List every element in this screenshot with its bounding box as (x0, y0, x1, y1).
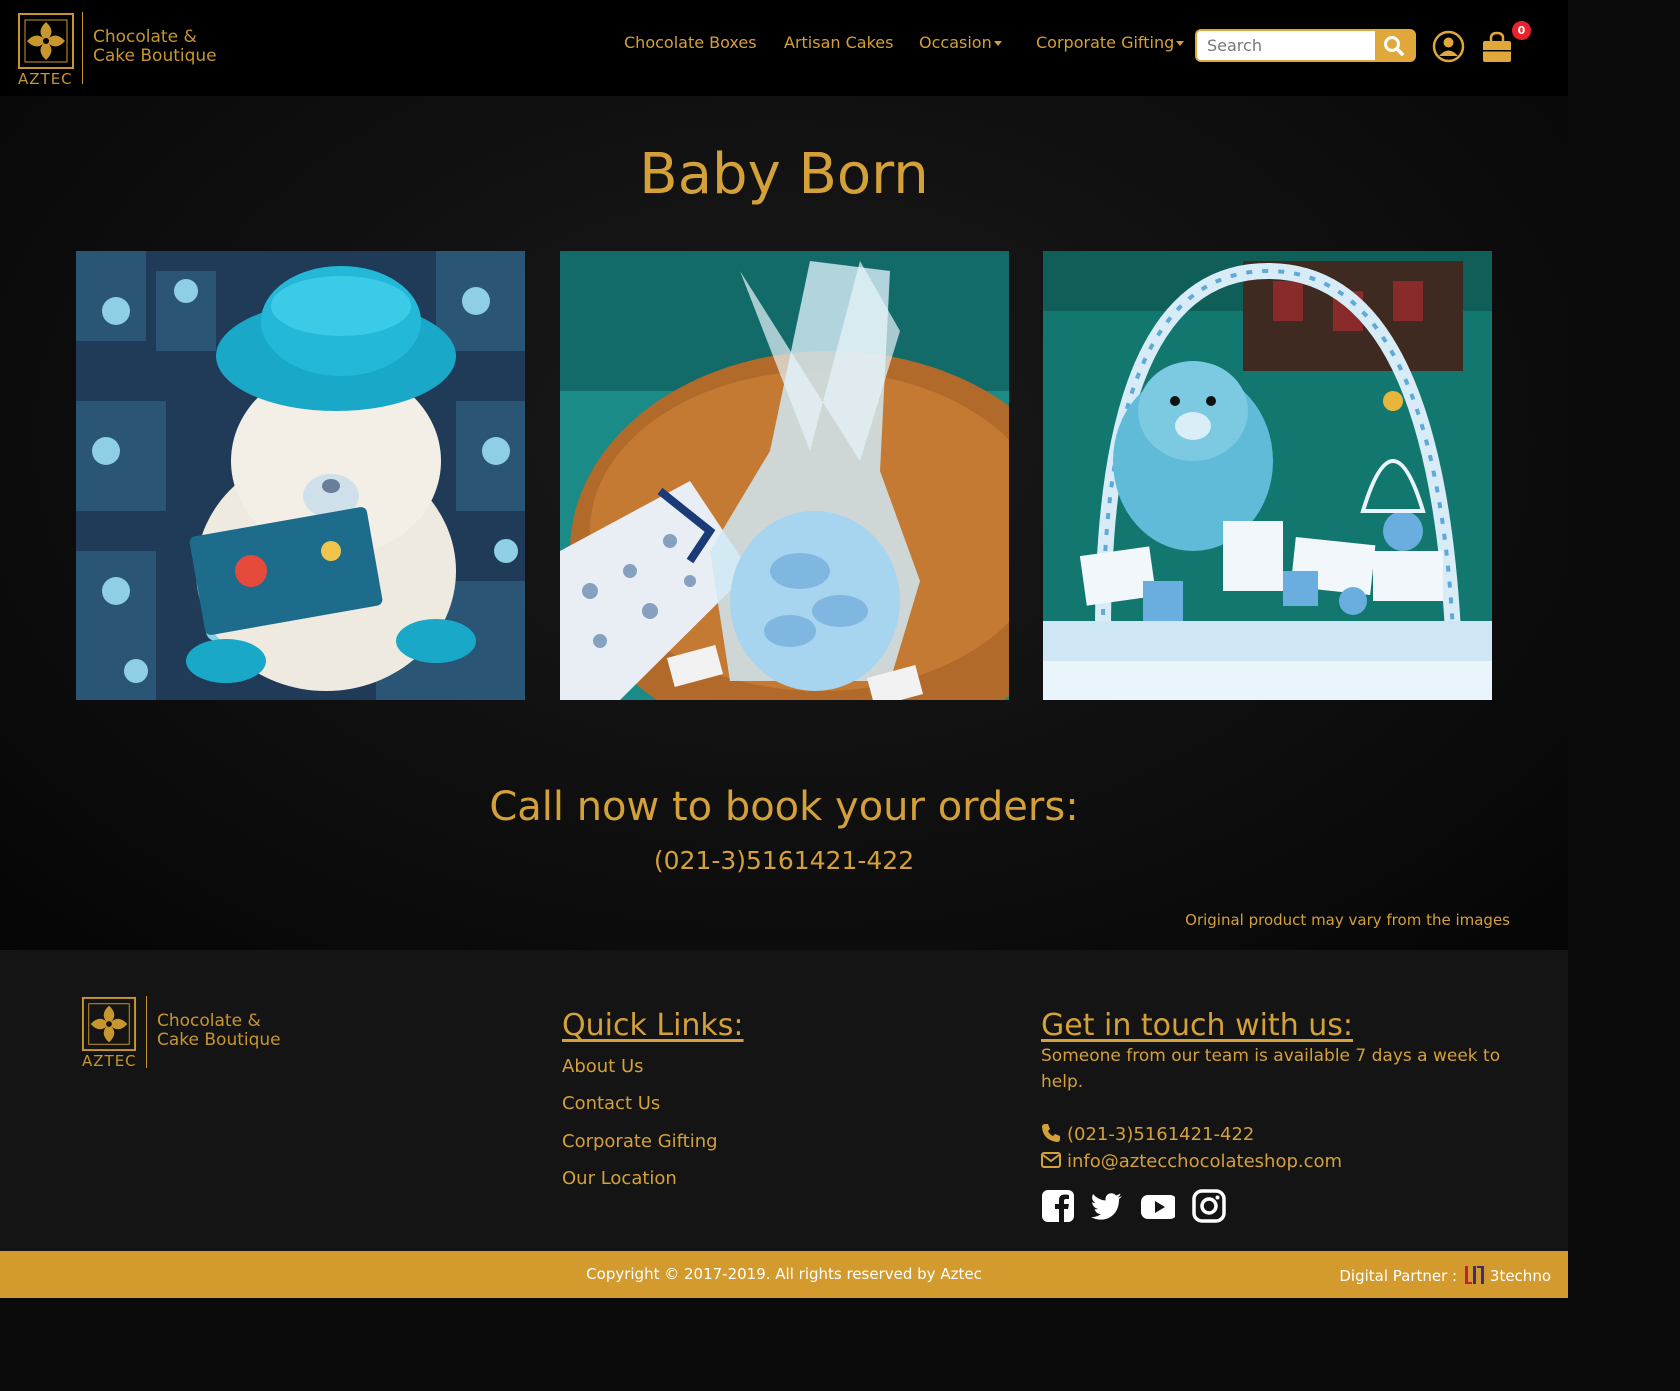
footer-link-our-location[interactable]: Our Location (562, 1168, 677, 1189)
digital-partner[interactable]: Digital Partner : 3techno (1339, 1265, 1551, 1285)
logo-wordmark: AZTEC (18, 70, 73, 88)
cart-count-badge: 0 (1512, 21, 1531, 40)
footer-link-about-us[interactable]: About Us (562, 1056, 644, 1077)
facebook-icon[interactable] (1041, 1189, 1075, 1223)
gallery-image-3[interactable] (1043, 251, 1492, 700)
contact-description: Someone from our team is available 7 day… (1041, 1046, 1501, 1092)
partner-name: 3techno (1489, 1267, 1551, 1285)
gallery-image-2[interactable] (560, 251, 1009, 700)
youtube-icon[interactable] (1141, 1189, 1175, 1223)
cta-heading: Call now to book your orders: (489, 784, 1079, 830)
page-title: Baby Born (639, 142, 929, 207)
search-box (1195, 29, 1416, 62)
site-header: AZTEC Chocolate & Cake Boutique Chocolat… (0, 0, 1568, 96)
footer-logo-divider (146, 996, 147, 1068)
twitter-icon[interactable] (1090, 1189, 1124, 1223)
user-account-icon[interactable] (1432, 30, 1465, 63)
footer-email[interactable]: info@aztecchocolateshop.com (1041, 1150, 1342, 1172)
footer-logo-tagline-line1: Chocolate & (157, 1011, 261, 1031)
footer-brand-logo[interactable]: AZTEC Chocolate & Cake Boutique (81, 996, 291, 1070)
caret-down-icon (993, 41, 1002, 46)
nav-corporate-gifting-label: Corporate Gifting (1036, 33, 1175, 52)
shopping-bag-icon[interactable] (1480, 30, 1514, 64)
footer-logo-wordmark: AZTEC (82, 1052, 137, 1070)
search-icon (1384, 36, 1404, 56)
footer-phone-text: (021-3)5161421-422 (1067, 1124, 1255, 1145)
phone-icon (1042, 1124, 1060, 1142)
partner-logo-icon (1464, 1266, 1484, 1284)
logo-tagline-line2: Cake Boutique (93, 46, 217, 66)
nav-occasion-label: Occasion (919, 33, 992, 52)
contact-heading: Get in touch with us: (1041, 1008, 1353, 1043)
footer-email-text: info@aztecchocolateshop.com (1067, 1151, 1343, 1172)
cta-phone-number[interactable]: (021-3)5161421-422 (0, 846, 1568, 875)
footer-logo-tagline: Chocolate & Cake Boutique (157, 1012, 281, 1050)
nav-corporate-gifting[interactable]: Corporate Gifting (1036, 33, 1185, 52)
logo-tagline: Chocolate & Cake Boutique (93, 28, 217, 66)
quick-links-heading: Quick Links: (562, 1008, 744, 1043)
copyright-text: Copyright © 2017-2019. All rights reserv… (586, 1265, 982, 1283)
envelope-icon (1041, 1152, 1061, 1168)
nav-occasion[interactable]: Occasion (919, 33, 1002, 52)
footer-phone[interactable]: (021-3)5161421-422 (1041, 1123, 1254, 1145)
nav-chocolate-boxes[interactable]: Chocolate Boxes (624, 33, 757, 52)
logo-emblem-icon (18, 13, 74, 69)
search-button[interactable] (1375, 31, 1414, 60)
image-disclaimer: Original product may vary from the image… (1185, 911, 1510, 929)
gift-basket-cellophane-photo (560, 251, 1009, 700)
gallery-image-1[interactable] (76, 251, 525, 700)
partner-label: Digital Partner : (1339, 1267, 1458, 1285)
copyright-bar: Copyright © 2017-2019. All rights reserv… (0, 1251, 1568, 1298)
footer-link-contact-us[interactable]: Contact Us (562, 1093, 660, 1114)
logo-emblem-icon (81, 996, 137, 1052)
caret-down-icon (1176, 41, 1185, 46)
footer-logo-tagline-line2: Cake Boutique (157, 1030, 281, 1050)
baby-boy-gift-tray-photo (1043, 251, 1492, 700)
footer-link-corporate-gifting[interactable]: Corporate Gifting (562, 1131, 718, 1152)
search-input[interactable] (1197, 31, 1377, 60)
teddy-bear-blue-hat-photo (76, 251, 525, 700)
nav-artisan-cakes[interactable]: Artisan Cakes (784, 33, 893, 52)
brand-logo[interactable]: AZTEC Chocolate & Cake Boutique (17, 12, 217, 88)
logo-tagline-line1: Chocolate & (93, 27, 197, 47)
instagram-icon[interactable] (1192, 1189, 1226, 1223)
logo-divider (82, 12, 83, 84)
main-content: Baby Born Call now to book your orders: … (0, 96, 1568, 950)
site-footer: AZTEC Chocolate & Cake Boutique Quick Li… (0, 950, 1568, 1251)
